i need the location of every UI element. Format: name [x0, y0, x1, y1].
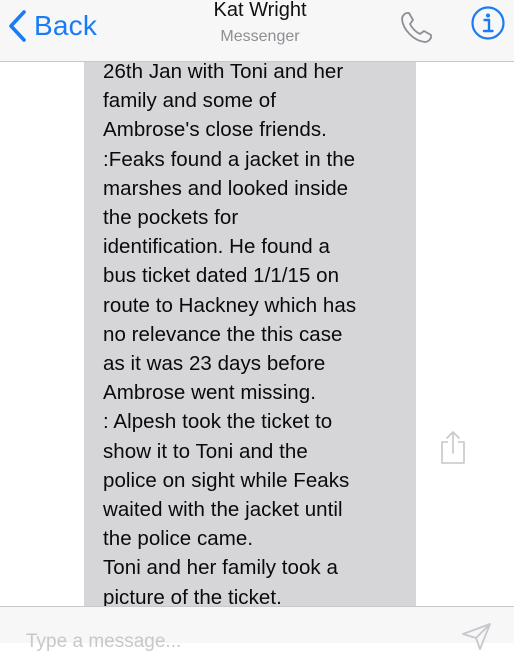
message-line: show it to Toni and the	[103, 439, 308, 463]
contact-name: Kat Wright	[213, 0, 307, 21]
message-line: Ambrose's close friends.	[103, 118, 327, 142]
message-line: bus ticket dated 1/1/15 on	[103, 264, 340, 288]
message-bubble[interactable]: 26th Jan with Toni and her family and so…	[84, 62, 416, 606]
message-input[interactable]	[26, 627, 426, 657]
message-line: identification. He found a	[103, 235, 330, 259]
message-thread[interactable]: 26th Jan with Toni and her family and so…	[0, 62, 514, 606]
chevron-left-icon	[8, 9, 28, 43]
navigation-bar: Back Kat Wright Messenger	[0, 0, 514, 62]
message-line: family and some of	[103, 89, 276, 113]
message-line: :Feaks found a jacket in the	[103, 147, 356, 171]
message-line: the pockets for	[103, 206, 239, 230]
message-line: the police came.	[103, 527, 254, 551]
message-line: picture of the ticket.	[103, 585, 282, 606]
share-button[interactable]	[438, 430, 468, 471]
message-line: no relevance the this case	[103, 322, 343, 346]
send-icon	[460, 623, 494, 655]
message-line: as it was 23 days before	[103, 352, 326, 376]
back-button[interactable]: Back	[8, 6, 97, 46]
back-label: Back	[34, 10, 98, 41]
message-text: 26th Jan with Toni and her family and so…	[103, 62, 416, 606]
message-line: marshes and looked inside	[103, 176, 349, 200]
message-line: 26th Jan with Toni and her	[103, 62, 344, 83]
contact-subtitle: Messenger	[220, 28, 300, 45]
message-line: Ambrose went missing.	[103, 381, 316, 405]
phone-icon	[398, 12, 436, 50]
message-line: : Alpesh took the ticket to	[103, 410, 333, 434]
message-line: Toni and her family took a	[103, 556, 338, 580]
message-composer	[0, 606, 514, 657]
message-line: police on sight while Feaks	[103, 468, 350, 492]
conversation-header: Kat Wright Messenger	[160, 0, 360, 49]
send-button[interactable]	[460, 621, 494, 656]
info-button[interactable]	[470, 5, 506, 46]
share-icon	[438, 431, 468, 470]
info-circle-icon	[470, 6, 506, 45]
message-line: route to Hackney which has	[103, 293, 357, 317]
call-button[interactable]	[398, 8, 436, 51]
message-line: waited with the jacket until	[103, 498, 343, 522]
